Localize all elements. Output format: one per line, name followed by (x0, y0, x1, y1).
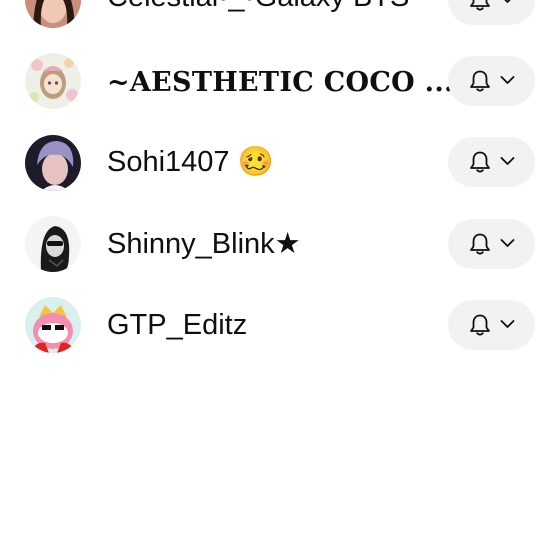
channel-row-sohi1407[interactable]: Sohi1407 🥴 (0, 122, 560, 203)
chevron-down-icon (500, 76, 515, 84)
channel-row-gtp-editz[interactable]: GTP_Editz (0, 284, 560, 365)
channel-row-aesthetic-coco[interactable]: ~AESTHETIC COCO ... (0, 41, 560, 122)
subscriptions-channel-list: Celestial•_•Galaxy BTS (0, 0, 560, 560)
avatar-gtp-editz-icon[interactable] (25, 297, 81, 353)
notification-settings-button[interactable] (448, 56, 535, 106)
bell-icon (470, 70, 490, 92)
avatar-shinny-blink-icon[interactable] (25, 216, 81, 272)
channel-row-shinny-blink[interactable]: Shinny_Blink★ (0, 203, 560, 284)
bell-icon (470, 0, 490, 11)
channel-row-celestial-galaxy-bts[interactable]: Celestial•_•Galaxy BTS (0, 0, 560, 41)
chevron-down-icon (500, 239, 515, 247)
avatar-sohi1407-icon[interactable] (25, 135, 81, 191)
notification-settings-button[interactable] (448, 137, 535, 187)
notification-settings-button[interactable] (448, 0, 535, 25)
channel-name[interactable]: GTP_Editz (107, 311, 247, 340)
bell-icon (470, 314, 490, 336)
notification-settings-button[interactable] (448, 300, 535, 350)
chevron-down-icon (504, 0, 511, 3)
notification-settings-button[interactable] (448, 219, 535, 269)
channel-name[interactable]: Celestial•_•Galaxy BTS (107, 0, 409, 12)
channel-name[interactable]: Sohi1407 🥴 (107, 148, 274, 177)
avatar-aesthetic-coco-icon[interactable] (25, 53, 81, 109)
channel-name[interactable]: ~AESTHETIC COCO ... (107, 69, 454, 96)
channel-name[interactable]: Shinny_Blink★ (107, 230, 301, 259)
avatar-celestial-galaxy-bts-icon[interactable] (25, 0, 81, 28)
bell-icon (470, 151, 490, 173)
bell-icon (470, 233, 490, 255)
chevron-down-icon (500, 320, 515, 328)
chevron-down-icon (500, 157, 515, 165)
